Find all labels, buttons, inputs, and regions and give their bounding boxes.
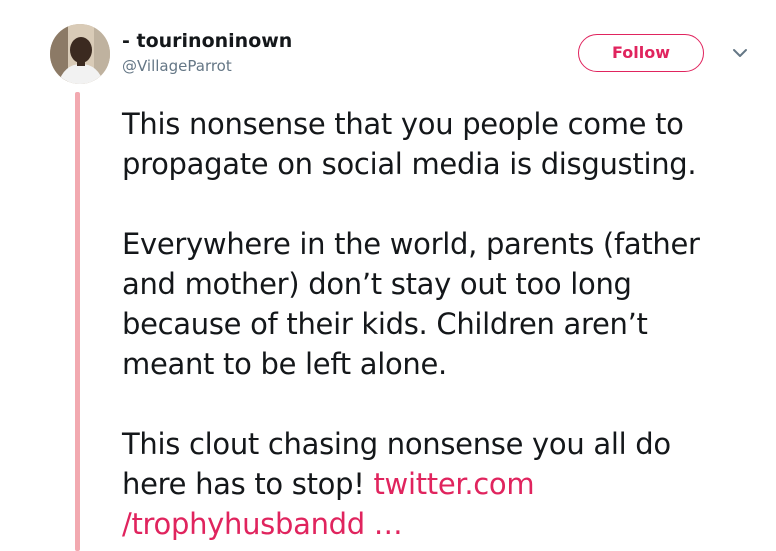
avatar[interactable] bbox=[50, 24, 110, 84]
tweet-line-text: here has to stop! bbox=[122, 467, 374, 501]
tweet-line: /trophyhusbandd … bbox=[122, 504, 762, 544]
tweet-paragraph: Everywhere in the world, parents (father… bbox=[122, 224, 762, 384]
display-name[interactable]: - tourinoninown bbox=[122, 29, 292, 53]
tweet-line: and mother) don’t stay out too long bbox=[122, 267, 632, 301]
tweet-text: This nonsense that you people come to pr… bbox=[122, 104, 762, 544]
thread-line bbox=[75, 92, 80, 551]
tweet-link-continued[interactable]: /trophyhusbandd … bbox=[122, 507, 403, 541]
user-handle[interactable]: @VillageParrot bbox=[122, 56, 292, 76]
tweet-line: meant to be left alone. bbox=[122, 347, 447, 381]
follow-button[interactable]: Follow bbox=[578, 34, 704, 72]
tweet-paragraph: This nonsense that you people come to pr… bbox=[122, 104, 762, 184]
avatar-image bbox=[50, 24, 110, 84]
tweet-line: propagate on social media is disgusting. bbox=[122, 147, 697, 181]
tweet-link[interactable]: twitter.com bbox=[373, 467, 534, 501]
tweet-card: - tourinoninown @VillageParrot Follow Th… bbox=[0, 0, 776, 551]
tweet-paragraph: This clout chasing nonsense you all do h… bbox=[122, 424, 762, 544]
chevron-down-icon[interactable] bbox=[730, 46, 750, 60]
tweet-line: This clout chasing nonsense you all do bbox=[122, 427, 671, 461]
tweet-line: here has to stop! twitter.com bbox=[122, 464, 762, 504]
user-info[interactable]: - tourinoninown @VillageParrot bbox=[122, 29, 292, 76]
tweet-line: because of their kids. Children aren’t bbox=[122, 307, 648, 341]
tweet-line: This nonsense that you people come to bbox=[122, 107, 684, 141]
tweet-line: Everywhere in the world, parents (father bbox=[122, 227, 700, 261]
